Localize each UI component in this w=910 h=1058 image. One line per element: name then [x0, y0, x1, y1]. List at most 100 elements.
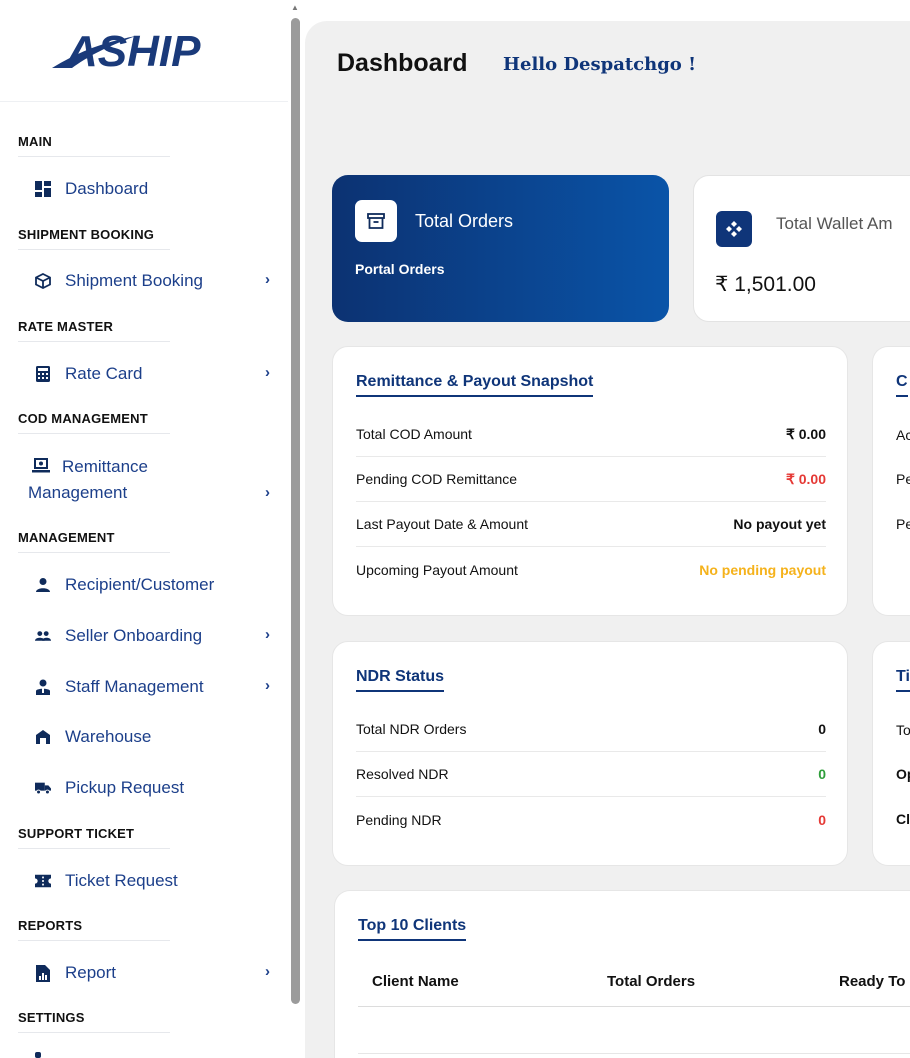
wallet-card[interactable]: Total Wallet Am ₹ 1,501.00: [693, 175, 910, 322]
remittance-icon: [32, 458, 50, 474]
sidebar-item-warehouse[interactable]: Warehouse: [35, 727, 270, 747]
sidebar-item-rate-card[interactable]: Rate Card ›: [35, 364, 270, 384]
cod-row-label: Pe: [896, 471, 910, 487]
calculator-icon: [35, 366, 51, 382]
column-header-ready-to: Ready To: [839, 973, 906, 990]
ticket-row-label: Cl: [896, 811, 910, 827]
person-icon: [35, 577, 51, 593]
chevron-right-icon: ›: [265, 963, 270, 980]
row-value: No payout yet: [733, 516, 826, 532]
column-header-total-orders: Total Orders: [607, 973, 696, 990]
report-icon: [35, 964, 51, 982]
ticket-row-label: Op: [896, 766, 910, 782]
sidebar-item-label: Rate Card: [65, 364, 143, 383]
section-settings: SETTINGS: [18, 1010, 170, 1033]
ticket-row-label: To: [896, 722, 910, 738]
total-orders-card[interactable]: Total Orders Portal Orders: [332, 175, 669, 322]
top-clients-panel: Top 10 Clients Client Name Total Orders …: [334, 890, 910, 1058]
main-content: Dashboard Hello Despatchgo ! Total Order…: [305, 21, 910, 1058]
logo-text: ASHIP: [65, 27, 201, 76]
row-value: 0: [818, 766, 826, 782]
aship-logo[interactable]: ASHIP: [48, 22, 243, 78]
sidebar-item-label: Report: [65, 963, 117, 982]
cod-panel-title: C: [896, 373, 908, 397]
remittance-row: Pending COD Remittance ₹ 0.00: [356, 457, 826, 502]
wallet-title: Total Wallet Am: [776, 214, 893, 233]
remittance-panel-title: Remittance & Payout Snapshot: [356, 373, 594, 397]
sidebar-item-label: Pickup Request: [65, 778, 185, 797]
sidebar-item-label: Shipment Booking: [65, 271, 203, 290]
sidebar-item-label: Staff Management: [65, 677, 204, 696]
section-reports: REPORTS: [18, 918, 171, 941]
chevron-right-icon: ›: [265, 626, 270, 643]
sidebar: ASHIP MAIN Dashboard SHIPMENT BOOKING Sh…: [0, 0, 288, 1058]
chevron-right-icon: ›: [265, 364, 270, 381]
row-value: ₹ 0.00: [785, 470, 826, 487]
warehouse-icon: [35, 729, 51, 745]
sidebar-item-label: Dashboard: [65, 179, 149, 198]
sidebar-item-label: Recipient/Customer: [65, 575, 215, 594]
wallet-amount: ₹ 1,501.00: [715, 273, 816, 296]
portal-orders-label: Portal Orders: [355, 261, 445, 277]
total-orders-title: Total Orders: [415, 211, 514, 231]
sidebar-item-shipment-booking[interactable]: Shipment Booking ›: [35, 271, 270, 291]
table-row-divider: [358, 1053, 910, 1054]
sidebar-item-label: Warehouse: [65, 727, 152, 746]
section-support-ticket: SUPPORT TICKET: [18, 826, 171, 849]
archive-box-icon: [355, 200, 397, 242]
remittance-row: Total COD Amount ₹ 0.00: [356, 412, 826, 457]
group-icon: [35, 628, 51, 644]
ticket-panel-partial: Ti To Op Cl: [872, 641, 910, 866]
row-value: 0: [818, 811, 826, 828]
row-label: Total COD Amount: [356, 426, 472, 442]
section-shipment-booking: SHIPMENT BOOKING: [18, 227, 171, 250]
scrollbar-thumb[interactable]: [291, 18, 300, 1004]
column-header-client-name: Client Name: [372, 973, 459, 990]
ndr-row: Resolved NDR 0: [356, 752, 826, 797]
cod-row-label: Pe: [896, 516, 910, 532]
cod-panel-partial: C Ac Pe Pe: [872, 346, 910, 616]
section-cod-management: COD MANAGEMENT: [18, 411, 170, 434]
scroll-up-arrow-icon[interactable]: ▲: [291, 3, 299, 12]
ndr-row: Pending NDR 0: [356, 797, 826, 842]
ndr-panel-title: NDR Status: [356, 668, 445, 692]
ticket-icon: [35, 873, 51, 889]
chevron-right-icon: ›: [265, 677, 270, 694]
remittance-row: Last Payout Date & Amount No payout yet: [356, 502, 826, 547]
wallet-diamond-icon: [716, 211, 752, 247]
chevron-right-icon: ›: [265, 271, 270, 288]
sidebar-item-label-line1: Remittance: [62, 457, 148, 476]
box-icon: [35, 273, 51, 289]
greeting-text: Hello Despatchgo !: [503, 54, 696, 75]
sidebar-item-pickup-request[interactable]: Pickup Request: [35, 778, 270, 798]
page-title: Dashboard: [337, 49, 468, 77]
dashboard-icon: [35, 181, 51, 197]
cod-row-label: Ac: [896, 427, 910, 443]
row-value: 0: [818, 721, 826, 737]
row-value: No pending payout: [699, 561, 826, 578]
remittance-panel: Remittance & Payout Snapshot Total COD A…: [332, 346, 848, 616]
row-label: Upcoming Payout Amount: [356, 561, 518, 578]
row-label: Pending COD Remittance: [356, 471, 518, 487]
sidebar-item-dashboard[interactable]: Dashboard: [35, 179, 270, 199]
staff-icon: [35, 679, 51, 695]
sidebar-item-ticket-request[interactable]: Ticket Request: [35, 871, 270, 891]
section-main: MAIN: [18, 134, 171, 157]
row-value: ₹ 0.00: [785, 425, 826, 442]
sidebar-item-staff-management[interactable]: Staff Management ›: [35, 677, 270, 697]
truck-icon: [35, 780, 51, 796]
section-rate-master: RATE MASTER: [18, 319, 171, 342]
ticket-panel-title: Ti: [896, 668, 910, 692]
sidebar-item-remittance-management[interactable]: Remittance Management ›: [28, 454, 270, 506]
row-label: Last Payout Date & Amount: [356, 516, 528, 532]
ndr-status-panel: NDR Status Total NDR Orders 0 Resolved N…: [332, 641, 848, 866]
row-label: Resolved NDR: [356, 766, 449, 782]
sidebar-item-report[interactable]: Report ›: [35, 963, 270, 983]
table-header-divider: [358, 1006, 910, 1007]
sidebar-item-seller-onboarding[interactable]: Seller Onboarding ›: [35, 626, 270, 646]
chevron-right-icon: ›: [265, 484, 270, 501]
top-clients-title: Top 10 Clients: [358, 917, 467, 941]
remittance-row: Upcoming Payout Amount No pending payout: [356, 547, 826, 592]
sidebar-item-label: Seller Onboarding: [65, 626, 203, 645]
sidebar-item-recipient-customer[interactable]: Recipient/Customer: [35, 575, 270, 595]
